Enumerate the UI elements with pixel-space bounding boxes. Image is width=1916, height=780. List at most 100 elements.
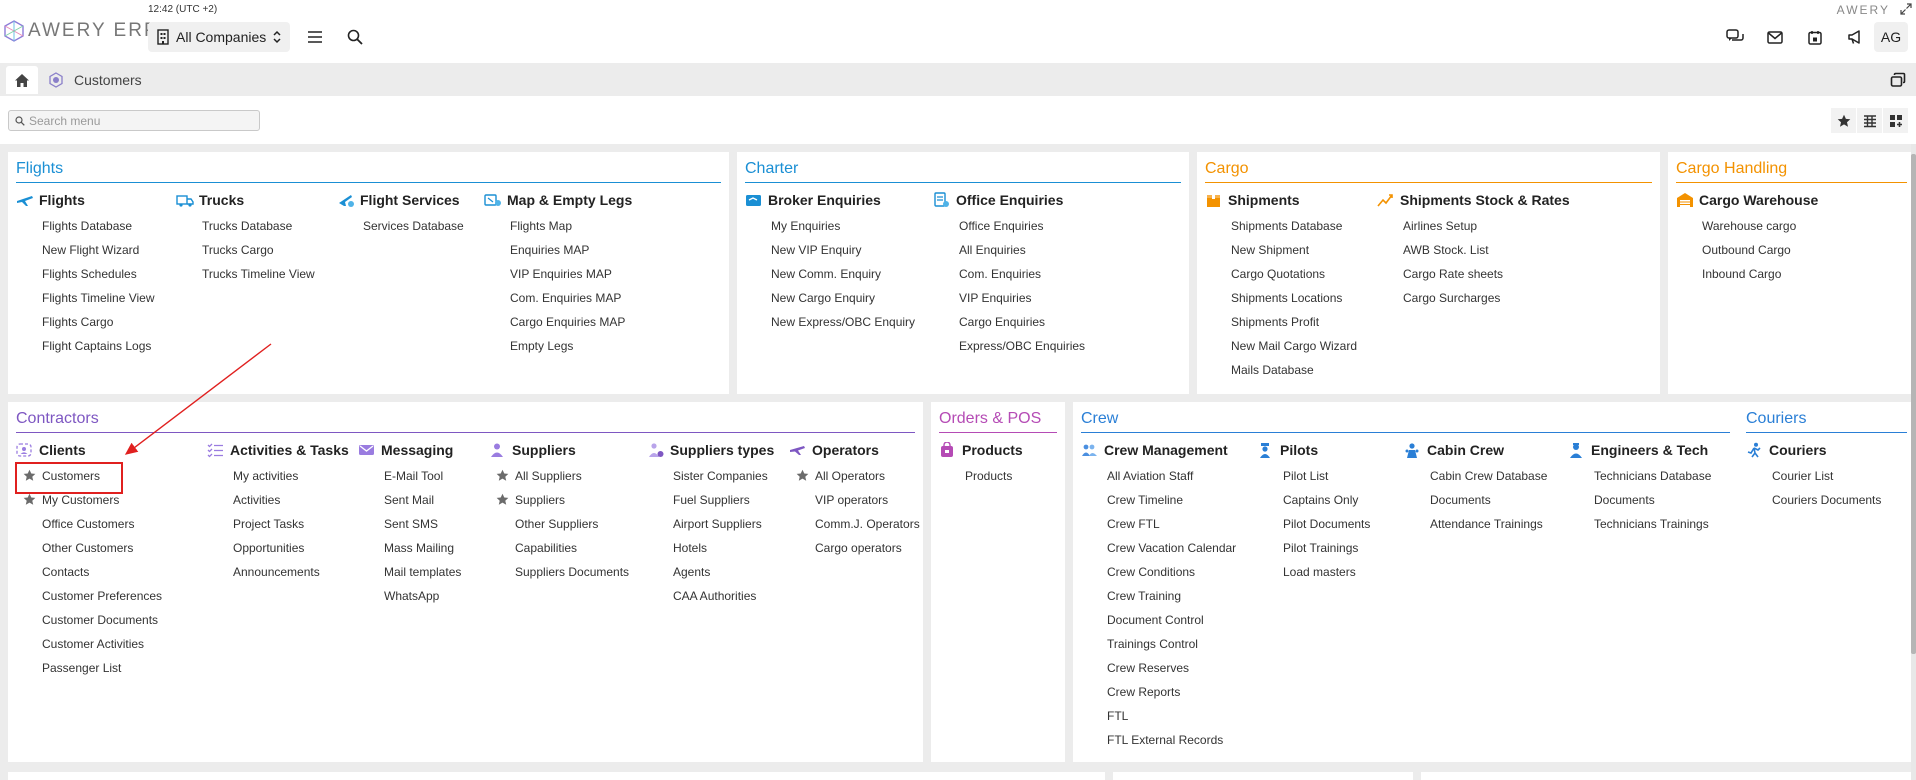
menu-link[interactable]: Project Tasks	[207, 512, 358, 536]
chat-button[interactable]	[1724, 26, 1746, 48]
menu-link[interactable]: Crew Vacation Calendar	[1081, 536, 1257, 560]
menu-link[interactable]: Activities	[207, 488, 358, 512]
menu-link[interactable]: Trainings Control	[1081, 632, 1257, 656]
list-view-button[interactable]	[1857, 108, 1882, 133]
menu-link[interactable]: Flight Captains Logs	[16, 334, 176, 358]
menu-link[interactable]: Opportunities	[207, 536, 358, 560]
menu-link[interactable]: Comm.J. Operators	[789, 512, 920, 536]
menu-link[interactable]: Office Customers	[16, 512, 207, 536]
menu-link[interactable]: Suppliers	[489, 488, 647, 512]
menu-link[interactable]: Load masters	[1257, 560, 1404, 584]
menu-link[interactable]: Fuel Suppliers	[647, 488, 789, 512]
menu-group-heading[interactable]: Broker Enquiries	[745, 190, 933, 210]
menu-link[interactable]: Sent Mail	[358, 488, 489, 512]
menu-link[interactable]: Flights Cargo	[16, 310, 176, 334]
menu-link[interactable]: VIP operators	[789, 488, 919, 512]
menu-link[interactable]: Customer Activities	[16, 632, 207, 656]
menu-link[interactable]: Airlines Setup	[1377, 214, 1637, 238]
menu-link[interactable]: Documents	[1404, 488, 1568, 512]
menu-link[interactable]: Crew FTL	[1081, 512, 1257, 536]
menu-link[interactable]: Inbound Cargo	[1676, 262, 1886, 286]
menu-link[interactable]: Com. Enquiries MAP	[484, 286, 644, 310]
menu-link[interactable]: Com. Enquiries	[933, 262, 1133, 286]
menu-link[interactable]: Trucks Cargo	[176, 238, 337, 262]
menu-link[interactable]: Other Suppliers	[489, 512, 647, 536]
menu-group-heading[interactable]: Crew Management	[1081, 440, 1257, 460]
menu-link[interactable]: Shipments Locations	[1205, 286, 1377, 310]
menu-link[interactable]: Flights Map	[484, 214, 644, 238]
menu-link[interactable]: Technicians Database	[1568, 464, 1728, 488]
menu-group-heading[interactable]: Engineers & Tech	[1568, 440, 1728, 460]
menu-group-heading[interactable]: Office Enquiries	[933, 190, 1133, 210]
menu-link[interactable]: Crew Timeline	[1081, 488, 1257, 512]
menu-link[interactable]: Customer Documents	[16, 608, 207, 632]
menu-link[interactable]: Crew Reports	[1081, 680, 1257, 704]
menu-link[interactable]: Cargo Rate sheets	[1377, 262, 1637, 286]
menu-link[interactable]: Pilot Documents	[1257, 512, 1404, 536]
menu-link[interactable]: Mails Database	[1205, 358, 1377, 382]
menu-group-heading[interactable]: Suppliers types	[647, 440, 789, 460]
menu-link[interactable]: Shipments Profit	[1205, 310, 1377, 334]
mail-button[interactable]	[1764, 26, 1786, 48]
restore-window-icon[interactable]	[1890, 72, 1906, 88]
menu-link[interactable]: AWB Stock. List	[1377, 238, 1637, 262]
menu-link[interactable]: Cargo Enquiries	[933, 310, 1133, 334]
menu-link[interactable]: Passenger List	[16, 656, 207, 680]
menu-group-heading[interactable]: Cargo Warehouse	[1676, 190, 1886, 210]
menu-link[interactable]: All Suppliers	[489, 464, 647, 488]
menu-link[interactable]: New Cargo Enquiry	[745, 286, 933, 310]
menu-link[interactable]: Crew Conditions	[1081, 560, 1257, 584]
menu-link[interactable]: Empty Legs	[484, 334, 644, 358]
menu-link[interactable]: E-Mail Tool	[358, 464, 489, 488]
menu-link[interactable]: New Comm. Enquiry	[745, 262, 933, 286]
menu-button[interactable]	[304, 26, 326, 48]
menu-link[interactable]: Crew Training	[1081, 584, 1257, 608]
tab-home[interactable]	[6, 66, 38, 94]
search-button[interactable]	[344, 26, 366, 48]
menu-link[interactable]: Mass Mailing	[358, 536, 489, 560]
menu-group-heading[interactable]: Trucks	[176, 190, 337, 210]
menu-link[interactable]: Attendance Trainings	[1404, 512, 1568, 536]
menu-group-heading[interactable]: Activities & Tasks	[207, 440, 358, 460]
menu-group-heading[interactable]: Products	[939, 440, 1057, 460]
menu-link[interactable]: Cabin Crew Database	[1404, 464, 1568, 488]
menu-link[interactable]: Flights Schedules	[16, 262, 176, 286]
menu-link[interactable]: Couriers Documents	[1746, 488, 1906, 512]
menu-link[interactable]: Enquiries MAP	[484, 238, 644, 262]
menu-link[interactable]: Shipments Database	[1205, 214, 1377, 238]
menu-link[interactable]: WhatsApp	[358, 584, 489, 608]
user-avatar[interactable]: AG	[1874, 22, 1908, 52]
menu-link[interactable]: Other Customers	[16, 536, 207, 560]
menu-link[interactable]: FTL External Records	[1081, 728, 1257, 752]
scrollbar-thumb[interactable]	[1911, 154, 1916, 654]
menu-link[interactable]: Courier List	[1746, 464, 1906, 488]
menu-group-heading[interactable]: Messaging	[358, 440, 489, 460]
menu-link[interactable]: All Operators	[789, 464, 919, 488]
menu-link[interactable]: Suppliers Documents	[489, 560, 647, 584]
menu-link[interactable]: FTL	[1081, 704, 1257, 728]
menu-link[interactable]: Pilot List	[1257, 464, 1404, 488]
menu-link[interactable]: Sister Companies	[647, 464, 789, 488]
menu-link[interactable]: Document Control	[1081, 608, 1257, 632]
menu-link[interactable]: Mail templates	[358, 560, 489, 584]
menu-group-heading[interactable]: Pilots	[1257, 440, 1404, 460]
menu-link[interactable]: Contacts	[16, 560, 207, 584]
menu-link[interactable]: All Aviation Staff	[1081, 464, 1257, 488]
expand-icon[interactable]	[1900, 3, 1912, 15]
menu-group-heading[interactable]: Suppliers	[489, 440, 647, 460]
menu-link[interactable]: New Mail Cargo Wizard	[1205, 334, 1377, 358]
menu-link[interactable]: New Shipment	[1205, 238, 1377, 262]
menu-link[interactable]: Flights Timeline View	[16, 286, 176, 310]
favorites-view-button[interactable]	[1831, 108, 1856, 133]
menu-group-heading[interactable]: Shipments	[1205, 190, 1377, 210]
menu-group-heading[interactable]: Flights	[16, 190, 176, 210]
menu-group-heading[interactable]: Flight Services	[337, 190, 484, 210]
company-selector[interactable]: All Companies	[148, 22, 290, 52]
menu-link[interactable]: VIP Enquiries	[933, 286, 1133, 310]
menu-search[interactable]	[8, 110, 260, 131]
menu-link[interactable]: CAA Authorities	[647, 584, 789, 608]
menu-link[interactable]: Cargo Surcharges	[1377, 286, 1637, 310]
page-scrollbar[interactable]	[1911, 144, 1916, 780]
menu-group-heading[interactable]: Cabin Crew	[1404, 440, 1568, 460]
tab-customers[interactable]: Customers	[48, 63, 142, 96]
